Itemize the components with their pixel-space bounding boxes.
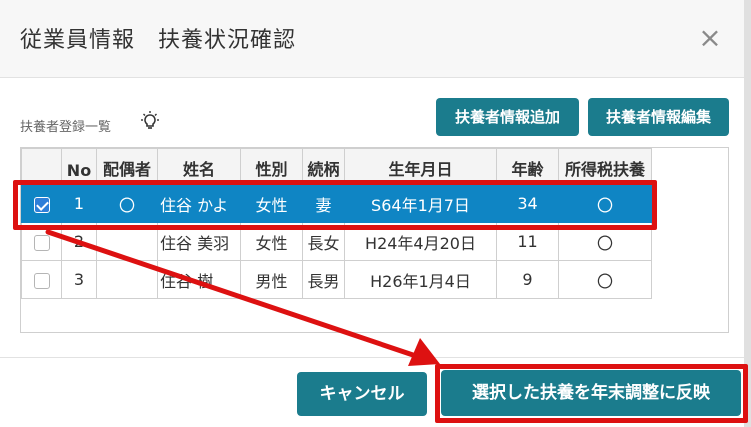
cancel-button[interactable]: キャンセル <box>297 372 427 416</box>
table-row[interactable]: 3 住谷 樹 男性 長男 H26年1月4日 9 〇 <box>21 260 652 299</box>
row-checkbox-cell[interactable] <box>21 184 62 223</box>
dependents-table-container: No 配偶者 姓名 性別 続柄 生年月日 年齢 所得税扶養 1 〇 住谷 かよ … <box>20 147 729 333</box>
table-header-row: No 配偶者 姓名 性別 続柄 生年月日 年齢 所得税扶養 <box>21 148 652 185</box>
table-row[interactable]: 2 住谷 美羽 女性 長女 H24年4月20日 11 〇 <box>21 222 652 261</box>
footer-divider <box>0 357 751 358</box>
cell-birthdate: H24年4月20日 <box>344 222 497 261</box>
header-birthdate[interactable]: 生年月日 <box>344 148 497 185</box>
header-spouse[interactable]: 配偶者 <box>96 148 158 185</box>
add-dependent-button[interactable]: 扶養者情報追加 <box>436 98 579 136</box>
cell-gender: 女性 <box>240 222 303 261</box>
edit-dependent-button[interactable]: 扶養者情報編集 <box>588 98 729 136</box>
cell-gender: 男性 <box>240 260 303 299</box>
cell-age: 9 <box>496 260 559 299</box>
apply-to-year-end-adjustment-button[interactable]: 選択した扶養を年末調整に反映 <box>441 370 741 416</box>
header-relation[interactable]: 続柄 <box>302 148 345 185</box>
cell-tax-dependent: 〇 <box>558 222 652 261</box>
cell-no: 2 <box>61 222 97 261</box>
cell-spouse: 〇 <box>96 184 158 223</box>
cell-age: 11 <box>496 222 559 261</box>
dependents-list-label: 扶養者登録一覧 <box>20 120 112 135</box>
lightbulb-icon[interactable] <box>138 110 162 134</box>
cell-relation: 長男 <box>302 260 345 299</box>
header-tax-dependent[interactable]: 所得税扶養 <box>558 148 652 185</box>
table-row[interactable]: 1 〇 住谷 かよ 女性 妻 S64年1月7日 34 〇 <box>21 184 652 223</box>
cell-spouse <box>96 222 158 261</box>
cell-relation: 妻 <box>302 184 345 223</box>
row-checkbox[interactable] <box>33 234 50 251</box>
cell-name: 住谷 美羽 <box>157 222 241 261</box>
dialog-header: 従業員情報 扶養状況確認 × <box>0 0 751 78</box>
cell-name: 住谷 樹 <box>157 260 241 299</box>
dependents-table: No 配偶者 姓名 性別 続柄 生年月日 年齢 所得税扶養 1 〇 住谷 かよ … <box>21 148 652 299</box>
row-checkbox-cell[interactable] <box>21 260 62 299</box>
close-icon[interactable]: × <box>696 24 724 52</box>
cell-relation: 長女 <box>302 222 345 261</box>
dialog-title: 従業員情報 扶養状況確認 <box>20 28 297 53</box>
cell-birthdate: S64年1月7日 <box>344 184 497 223</box>
cell-age: 34 <box>496 184 559 223</box>
window-scrollbar[interactable] <box>744 0 751 427</box>
row-checkbox[interactable] <box>33 272 50 289</box>
cell-gender: 女性 <box>240 184 303 223</box>
cell-no: 3 <box>61 260 97 299</box>
header-age[interactable]: 年齢 <box>496 148 559 185</box>
cell-tax-dependent: 〇 <box>558 184 652 223</box>
header-select <box>21 148 62 185</box>
row-checkbox[interactable] <box>33 196 50 213</box>
cell-spouse <box>96 260 158 299</box>
row-checkbox-cell[interactable] <box>21 222 62 261</box>
header-no[interactable]: No <box>61 148 97 185</box>
header-gender[interactable]: 性別 <box>240 148 303 185</box>
cell-no: 1 <box>61 184 97 223</box>
cell-name: 住谷 かよ <box>157 184 241 223</box>
cell-birthdate: H26年1月4日 <box>344 260 497 299</box>
header-name[interactable]: 姓名 <box>157 148 241 185</box>
cell-tax-dependent: 〇 <box>558 260 652 299</box>
dependent-status-dialog: 従業員情報 扶養状況確認 × 扶養者登録一覧 扶養者情報追加 扶養者情報編集 N… <box>0 0 751 427</box>
